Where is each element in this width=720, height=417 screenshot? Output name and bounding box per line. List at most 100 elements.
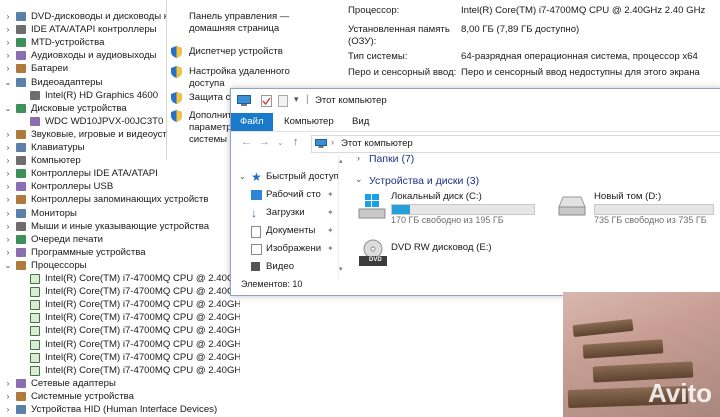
title-bar[interactable]: ▾ | Этот компьютер	[231, 89, 720, 113]
shield-icon	[171, 110, 182, 122]
device-category[interactable]: › Программные устройства	[0, 246, 240, 259]
tab-file[interactable]: Файл	[231, 113, 273, 131]
recent-dropdown-icon[interactable]: ⌄	[277, 138, 284, 147]
chevron-right-icon[interactable]: ›	[4, 128, 12, 141]
pen-touch-label: Перо и сенсорный ввод:	[348, 67, 457, 78]
device-label: Устройства HID (Human Interface Devices)	[31, 404, 218, 415]
nav-scrollbar[interactable]: ▴ ▾	[338, 155, 348, 279]
device-item[interactable]: Intel(R) Core(TM) i7-4700MQ CPU @ 2.40GH…	[0, 324, 240, 337]
chevron-right-icon[interactable]: ›	[357, 153, 360, 163]
shield-icon	[171, 46, 182, 58]
plank-image	[582, 339, 664, 359]
device-label: Intel(R) Core(TM) i7-4700MQ CPU @ 2.40GH…	[45, 364, 240, 376]
chevron-right-icon[interactable]: ›	[4, 10, 12, 23]
device-label: Intel(R) Core(TM) i7-4700MQ CPU @ 2.40GH…	[45, 338, 240, 350]
chevron-right-icon[interactable]: ›	[4, 390, 12, 403]
device-category[interactable]: ⌄ Процессоры	[0, 259, 240, 272]
chevron-right-icon[interactable]: ›	[4, 154, 12, 167]
device-item[interactable]: Intel(R) Core(TM) i7-4700MQ CPU @ 2.40GH…	[0, 298, 240, 311]
chevron-right-icon[interactable]: ›	[4, 49, 12, 62]
background-area	[240, 294, 563, 417]
device-manager-link[interactable]: Диспетчер устройств	[189, 46, 294, 58]
chevron-right-icon[interactable]: ›	[4, 233, 12, 246]
pin-icon[interactable]: ✦	[327, 190, 334, 199]
control-panel-home-link[interactable]: Панель управления — домашняя страница	[189, 11, 294, 35]
drive-e[interactable]: DVD DVD RW дисковод (E:)	[349, 237, 549, 271]
device-category[interactable]: › Мыши и иные указывающие устройства	[0, 220, 240, 233]
drive-c-name: Локальный диск (C:)	[391, 191, 482, 202]
device-category[interactable]: › Сетевые адаптеры	[0, 377, 240, 390]
forward-arrow-icon[interactable]: →	[259, 136, 270, 148]
scroll-up-icon[interactable]: ▴	[339, 157, 343, 165]
drive-c[interactable]: Локальный диск (C:) 170 ГБ свободно из 1…	[349, 191, 549, 225]
device-category[interactable]: › Мониторы	[0, 207, 240, 220]
pin-icon[interactable]: ✦	[327, 244, 334, 253]
device-item[interactable]: Intel(R) Core(TM) i7-4700MQ CPU @ 2.40GH…	[0, 272, 240, 285]
device-label: Батареи	[31, 63, 69, 75]
drive-d[interactable]: Новый том (D:) 735 ГБ свободно из 735 ГБ	[549, 191, 720, 225]
device-item[interactable]: Intel(R) Core(TM) i7-4700MQ CPU @ 2.40GH…	[0, 285, 240, 298]
device-category[interactable]: › Очереди печати	[0, 233, 240, 246]
chevron-right-icon[interactable]: ›	[4, 23, 12, 36]
system-info-panel: Процессор: Intel(R) Core(TM) i7-4700MQ C…	[296, 0, 720, 90]
device-category[interactable]: › Контроллеры IDE ATA/ATAPI	[0, 167, 240, 180]
chevron-right-icon[interactable]: ›	[4, 193, 12, 206]
new-folder-icon[interactable]	[278, 95, 288, 107]
chevron-right-icon[interactable]: ›	[4, 377, 12, 390]
chevron-down-icon[interactable]: ⌄	[239, 172, 246, 181]
device-item[interactable]: Intel(R) Core(TM) i7-4700MQ CPU @ 2.40GH…	[0, 351, 240, 364]
device-icon	[30, 90, 40, 100]
device-label: Контроллеры запоминающих устройств	[31, 194, 209, 206]
chevron-right-icon[interactable]: ›	[4, 167, 12, 180]
remote-settings-link[interactable]: Настройка удаленного доступа	[189, 66, 294, 90]
scroll-down-icon[interactable]: ▾	[339, 265, 343, 273]
plank-image	[572, 318, 634, 338]
chevron-down-icon[interactable]: ⌄	[4, 76, 12, 89]
nav-item-label: Загрузки	[266, 207, 305, 218]
device-item[interactable]: Intel(R) Core(TM) i7-4700MQ CPU @ 2.40GH…	[0, 311, 240, 324]
pin-icon[interactable]: ✦	[327, 208, 334, 217]
quick-access-dropdown-icon[interactable]: ▾	[294, 94, 299, 105]
explorer-window[interactable]: ▾ | Этот компьютер Файл Компьютер Вид ← …	[230, 88, 720, 296]
back-arrow-icon[interactable]: ←	[241, 136, 252, 148]
title-separator: |	[306, 94, 309, 105]
device-label: Intel(R) Core(TM) i7-4700MQ CPU @ 2.40GH…	[45, 299, 240, 311]
breadcrumb-chevron-icon[interactable]: ›	[331, 137, 334, 147]
pin-icon[interactable]: ✦	[327, 226, 334, 235]
folders-group-header[interactable]: Папки (7)	[369, 153, 414, 165]
chevron-down-icon[interactable]: ⌄	[4, 102, 12, 115]
address-text: Этот компьютер	[341, 138, 413, 149]
chevron-right-icon[interactable]: ›	[4, 207, 12, 220]
processor-label: Процессор:	[348, 5, 400, 16]
chevron-right-icon[interactable]: ›	[4, 180, 12, 193]
device-label: Контроллеры IDE ATA/ATAPI	[31, 168, 158, 180]
drive-c-free: 170 ГБ свободно из 195 ГБ	[391, 215, 504, 225]
device-label: Мониторы	[31, 207, 77, 219]
chevron-right-icon[interactable]: ›	[4, 62, 12, 75]
chevron-right-icon[interactable]: ›	[4, 141, 12, 154]
properties-icon[interactable]	[261, 95, 272, 107]
chevron-down-icon[interactable]: ⌄	[355, 174, 363, 185]
device-category[interactable]: › Контроллеры USB	[0, 180, 240, 193]
up-arrow-icon[interactable]: ↑	[293, 136, 299, 148]
chevron-right-icon[interactable]: ›	[4, 220, 12, 233]
chevron-right-icon[interactable]: ›	[4, 403, 12, 416]
device-icon	[16, 77, 26, 87]
chevron-down-icon[interactable]: ⌄	[4, 259, 12, 272]
device-category[interactable]: › Системные устройства	[0, 390, 240, 403]
device-icon	[16, 260, 26, 270]
memory-label: Установленная память (ОЗУ):	[348, 24, 450, 47]
device-category[interactable]: › Устройства HID (Human Interface Devices…	[0, 403, 240, 416]
item-count: Элементов: 10	[241, 279, 303, 289]
device-item[interactable]: Intel(R) Core(TM) i7-4700MQ CPU @ 2.40GH…	[0, 364, 240, 377]
device-icon	[16, 405, 26, 414]
chevron-right-icon[interactable]: ›	[4, 246, 12, 259]
device-category[interactable]: › Контроллеры запоминающих устройств	[0, 193, 240, 206]
chevron-right-icon[interactable]: ›	[4, 36, 12, 49]
tab-view[interactable]: Вид	[343, 113, 378, 131]
device-icon	[16, 169, 26, 179]
devices-group-header[interactable]: Устройства и диски (3)	[369, 175, 479, 187]
system-type-label: Тип системы:	[348, 51, 408, 62]
tab-computer[interactable]: Компьютер	[275, 113, 343, 131]
device-item[interactable]: Intel(R) Core(TM) i7-4700MQ CPU @ 2.40GH…	[0, 338, 240, 351]
